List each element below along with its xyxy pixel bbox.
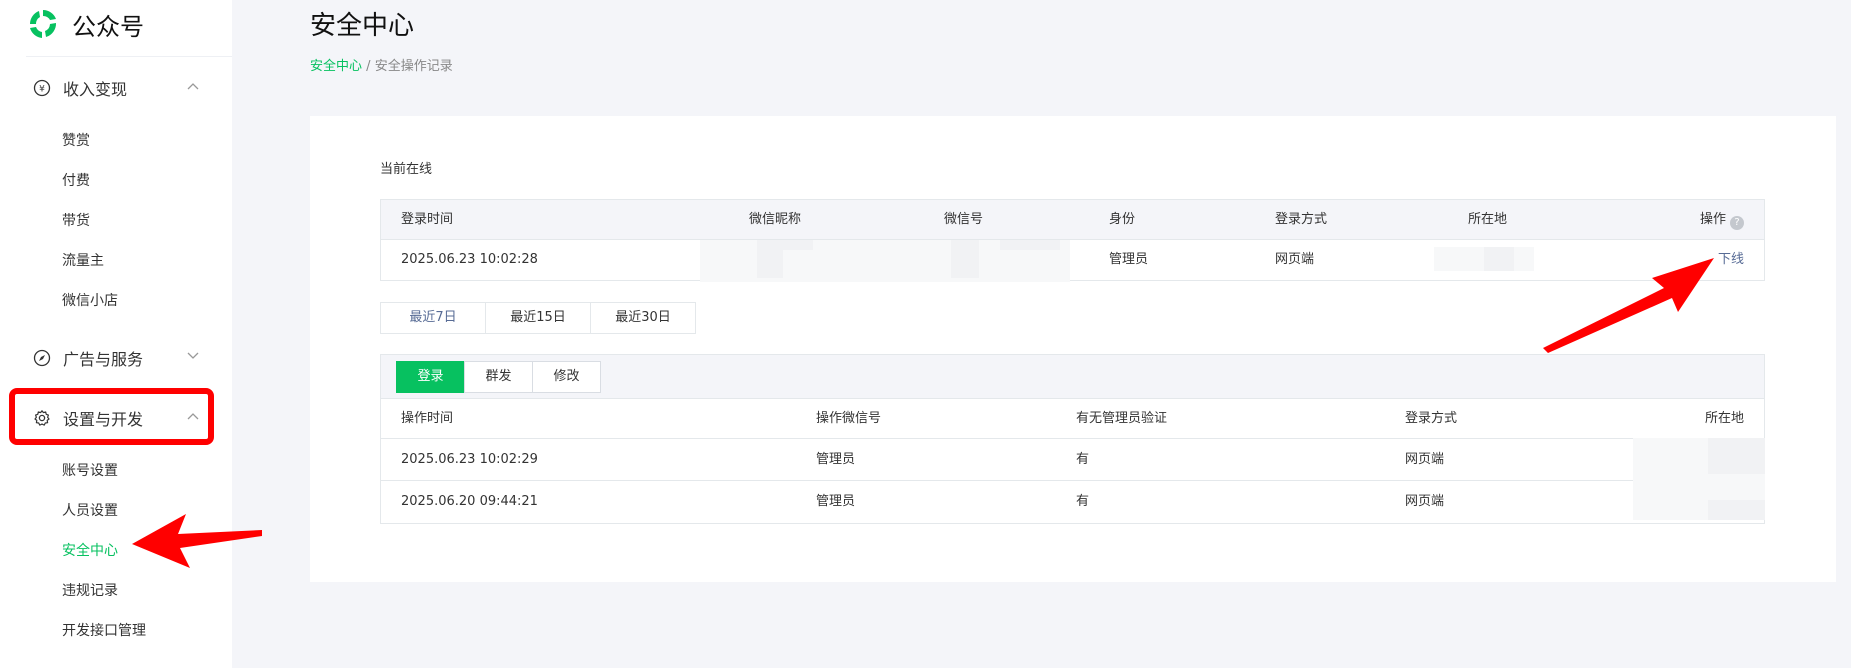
breadcrumb-separator: /	[366, 59, 371, 74]
offline-link[interactable]: 下线	[1718, 240, 1744, 280]
sidebar-item-violation-records[interactable]: 违规记录	[62, 581, 118, 601]
section-label-online: 当前在线	[380, 162, 433, 177]
admin-verified: 有	[1076, 494, 1090, 509]
annotation-highlight-box	[9, 388, 214, 445]
range-tab-15d[interactable]: 最近15日	[486, 303, 591, 333]
column-header: 所在地	[1704, 411, 1744, 426]
column-header: 身份	[1109, 212, 1136, 227]
operator: 管理员	[816, 494, 856, 509]
sidebar-divider	[26, 56, 232, 57]
table-row: 2025.06.23 10:02:29 管理员 有 网页端	[381, 439, 1764, 481]
tab-login[interactable]: 登录	[396, 361, 465, 393]
sidebar-item-paid[interactable]: 付费	[62, 171, 90, 191]
sidebar-item-dev-api[interactable]: 开发接口管理	[62, 621, 146, 641]
date-range-tabs: 最近7日 最近15日 最近30日	[380, 302, 696, 334]
sidebar-item-traffic-owner[interactable]: 流量主	[62, 251, 104, 271]
breadcrumb-link-security-center[interactable]: 安全中心	[310, 59, 362, 74]
sidebar-item-security-center[interactable]: 安全中心	[62, 541, 118, 561]
tab-modify[interactable]: 修改	[532, 361, 601, 393]
breadcrumb-current: 安全操作记录	[374, 59, 453, 74]
compass-icon	[33, 349, 51, 367]
column-header: 所在地	[1468, 212, 1508, 227]
breadcrumb: 安全中心 / 安全操作记录	[310, 55, 453, 74]
chevron-down-icon	[187, 352, 199, 359]
column-header: 登录时间	[401, 212, 454, 227]
sidebar-item-member-settings[interactable]: 人员设置	[62, 501, 118, 521]
range-tab-7d[interactable]: 最近7日	[381, 303, 486, 333]
wechat-mp-logo-icon	[30, 10, 57, 38]
svg-text:¥: ¥	[39, 85, 45, 95]
log-type-segmented-control: 登录 群发 修改	[396, 361, 601, 393]
annotation-arrow-icon	[132, 514, 262, 568]
column-header: 微信昵称	[749, 212, 802, 227]
sidebar-group-label: 收入变现	[63, 80, 128, 99]
log-table-header: 操作时间 操作微信号 有无管理员验证 登录方式 所在地	[381, 399, 1764, 439]
tab-broadcast[interactable]: 群发	[464, 361, 533, 393]
range-tab-30d[interactable]: 最近30日	[591, 303, 695, 333]
login-method: 网页端	[1405, 452, 1445, 467]
annotation-arrow-icon	[1543, 258, 1714, 353]
login-method: 网页端	[1275, 252, 1315, 267]
login-method: 网页端	[1405, 494, 1445, 509]
operation-time: 2025.06.23 10:02:29	[401, 452, 538, 467]
table-row: 2025.06.20 09:44:21 管理员 有 网页端	[381, 481, 1764, 523]
column-header: 登录方式	[1405, 411, 1458, 426]
login-time: 2025.06.23 10:02:28	[401, 252, 538, 267]
column-header-action: 操作?	[1700, 200, 1744, 240]
column-header: 操作微信号	[816, 411, 882, 426]
column-header: 操作时间	[401, 411, 454, 426]
role: 管理员	[1109, 252, 1149, 267]
operator: 管理员	[816, 452, 856, 467]
online-table-header: 登录时间 微信昵称 微信号 身份 登录方式 所在地 操作?	[381, 200, 1764, 240]
sidebar-item-account-settings[interactable]: 账号设置	[62, 461, 118, 481]
column-header: 登录方式	[1275, 212, 1328, 227]
sidebar-item-appreciation[interactable]: 赞赏	[62, 131, 90, 151]
sidebar-group-income[interactable]: ¥ 收入变现	[33, 75, 205, 101]
app-logo[interactable]: 公众号	[26, 5, 144, 43]
column-header: 微信号	[944, 212, 984, 227]
page-title: 安全中心	[310, 11, 415, 41]
redaction-mosaic	[1708, 500, 1765, 520]
admin-verified: 有	[1076, 452, 1090, 467]
redaction-mosaic	[763, 240, 813, 250]
redaction-mosaic	[1000, 240, 1060, 250]
operation-log-panel: 登录 群发 修改 操作时间 操作微信号 有无管理员验证 登录方式 所在地 202…	[380, 354, 1765, 524]
redaction-mosaic	[1708, 438, 1765, 474]
help-icon[interactable]: ?	[1730, 216, 1744, 230]
redaction-mosaic	[1484, 247, 1514, 271]
app-name: 公众号	[72, 12, 144, 41]
sidebar-group-label: 广告与服务	[63, 350, 144, 369]
redaction-mosaic	[951, 240, 979, 278]
yuan-icon: ¥	[33, 79, 51, 97]
sidebar-item-wechat-shop[interactable]: 微信小店	[62, 291, 118, 311]
log-toolbar: 登录 群发 修改	[381, 355, 1764, 399]
column-header: 有无管理员验证	[1076, 411, 1168, 426]
sidebar-group-ads[interactable]: 广告与服务	[33, 345, 205, 371]
chevron-up-icon	[187, 83, 199, 90]
column-header-label: 操作	[1699, 212, 1726, 227]
operation-time: 2025.06.20 09:44:21	[401, 494, 538, 509]
sidebar-item-goods[interactable]: 带货	[62, 211, 90, 231]
